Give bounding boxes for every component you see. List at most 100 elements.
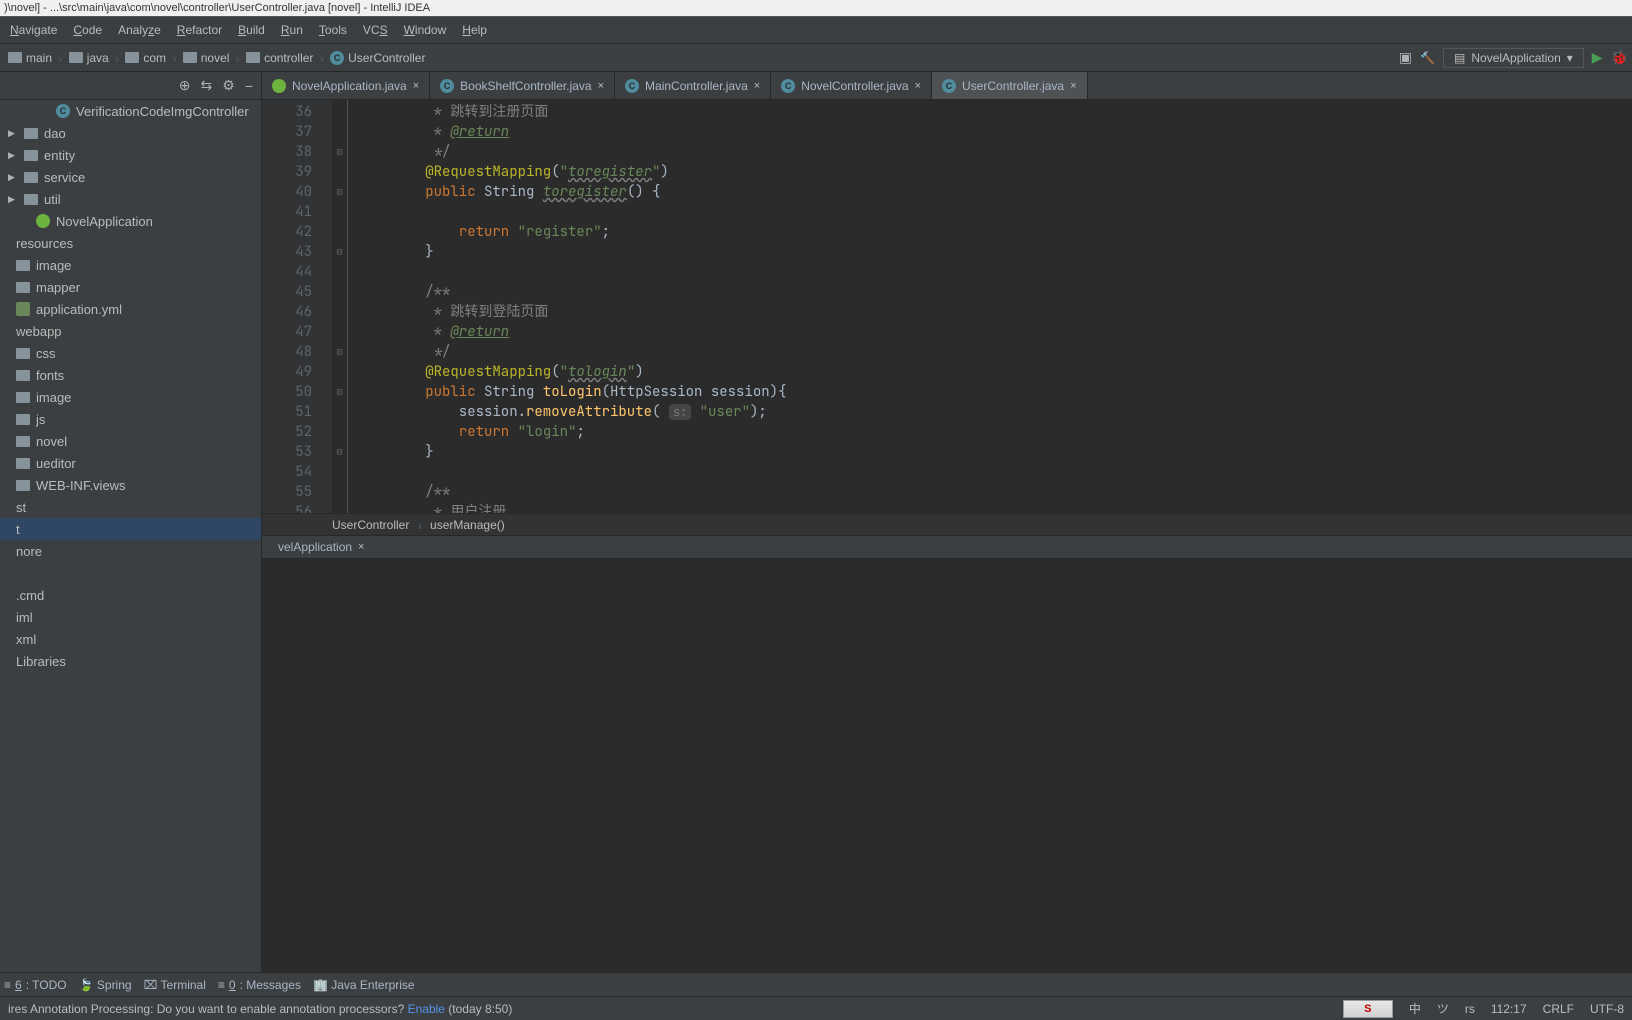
breadcrumb-item[interactable]: controller bbox=[242, 49, 317, 67]
menu-tools[interactable]: Tools bbox=[311, 19, 355, 41]
editor-tab[interactable]: NovelApplication.java× bbox=[262, 72, 430, 99]
tree-item[interactable]: WEB-INF.views bbox=[0, 474, 261, 496]
target-icon[interactable]: ⊕ bbox=[179, 77, 191, 94]
editor-breadcrumb[interactable]: UserController › userManage() bbox=[262, 513, 1632, 535]
menu-build[interactable]: Build bbox=[230, 19, 273, 41]
code-content[interactable]: * 跳转到注册页面 * @return */ @RequestMapping("… bbox=[348, 100, 1632, 513]
tree-item[interactable]: novel bbox=[0, 430, 261, 452]
status-right: S 中 ツ rs 112:17 CRLF UTF-8 bbox=[1343, 1000, 1624, 1018]
breadcrumb-item[interactable]: CUserController bbox=[326, 49, 429, 67]
close-icon[interactable]: × bbox=[358, 541, 364, 553]
breadcrumb: main›java›com›novel›controller›CUserCont… bbox=[4, 49, 429, 67]
tree-item[interactable]: iml bbox=[0, 606, 261, 628]
crumb-method[interactable]: userManage() bbox=[430, 518, 505, 532]
run-config-label: NovelApplication bbox=[1471, 51, 1560, 65]
ime-indicator[interactable]: S bbox=[1343, 1000, 1393, 1018]
close-icon[interactable]: × bbox=[915, 80, 921, 92]
code-editor[interactable]: 3637383940414243444546474849505152535455… bbox=[262, 100, 1632, 513]
nav-toolbar: ▣ 🔨 ▤ NovelApplication ▾ ▶ 🐞 bbox=[1399, 48, 1628, 68]
tree-item[interactable]: mapper bbox=[0, 276, 261, 298]
breadcrumb-item[interactable]: java bbox=[65, 49, 113, 67]
folder-icon bbox=[69, 52, 83, 63]
encoding[interactable]: UTF-8 bbox=[1590, 1002, 1624, 1016]
tree-item[interactable]: st bbox=[0, 496, 261, 518]
editor-tab[interactable]: CMainController.java× bbox=[615, 72, 771, 99]
tree-item[interactable]: NovelApplication bbox=[0, 210, 261, 232]
project-tree[interactable]: CVerificationCodeImgController▶dao▶entit… bbox=[0, 100, 261, 972]
tree-item[interactable]: ▶util bbox=[0, 188, 261, 210]
menu-run[interactable]: Run bbox=[273, 19, 311, 41]
close-icon[interactable]: × bbox=[1070, 80, 1076, 92]
tool-window-button[interactable]: 🏢 Java Enterprise bbox=[313, 978, 415, 992]
spring-icon bbox=[36, 214, 50, 228]
breadcrumb-item[interactable]: novel bbox=[179, 49, 234, 67]
close-icon[interactable]: × bbox=[413, 80, 419, 92]
run-config-selector[interactable]: ▤ NovelApplication ▾ bbox=[1443, 48, 1584, 68]
menu-refactor[interactable]: Refactor bbox=[169, 19, 230, 41]
tree-item[interactable]: ▶dao bbox=[0, 122, 261, 144]
run-output[interactable] bbox=[262, 559, 1632, 972]
editor-tab[interactable]: CBookShelfController.java× bbox=[430, 72, 615, 99]
run-tab-label: velApplication bbox=[278, 540, 352, 554]
tree-item[interactable]: js bbox=[0, 408, 261, 430]
tree-item[interactable]: css bbox=[0, 342, 261, 364]
menu-vcs[interactable]: VCS bbox=[355, 19, 396, 41]
tree-item[interactable]: fonts bbox=[0, 364, 261, 386]
chevron-right-icon: › bbox=[319, 50, 324, 66]
debug-icon[interactable]: 🐞 bbox=[1611, 49, 1628, 66]
tree-item[interactable] bbox=[0, 562, 261, 584]
enable-link[interactable]: Enable bbox=[408, 1002, 445, 1016]
tree-item[interactable]: image bbox=[0, 386, 261, 408]
folder-icon bbox=[24, 194, 38, 205]
menu-navigate[interactable]: Navigate bbox=[2, 19, 65, 41]
run-tab[interactable]: velApplication × bbox=[270, 536, 372, 558]
close-icon[interactable]: × bbox=[754, 80, 760, 92]
chevron-down-icon: ▾ bbox=[1567, 51, 1573, 65]
tree-item[interactable]: ▶service bbox=[0, 166, 261, 188]
tree-item[interactable]: xml bbox=[0, 628, 261, 650]
editor-tab[interactable]: CUserController.java× bbox=[932, 72, 1087, 99]
run-icon[interactable]: ▶ bbox=[1592, 49, 1603, 66]
folder-icon bbox=[24, 150, 38, 161]
menu-analyze[interactable]: Analyze bbox=[110, 19, 169, 41]
chevron-right-icon: › bbox=[235, 50, 240, 66]
tool-window-button[interactable]: ≡ 6: TODO bbox=[4, 978, 67, 992]
ime-lang[interactable]: 中 bbox=[1409, 1000, 1421, 1017]
tool-window-button[interactable]: ≡ 0: Messages bbox=[218, 978, 301, 992]
line-gutter[interactable]: 3637383940414243444546474849505152535455… bbox=[262, 100, 332, 513]
menu-help[interactable]: Help bbox=[454, 19, 495, 41]
tree-item[interactable]: CVerificationCodeImgController bbox=[0, 100, 261, 122]
tree-item[interactable]: .cmd bbox=[0, 584, 261, 606]
caret-position[interactable]: 112:17 bbox=[1491, 1002, 1527, 1016]
crumb-class[interactable]: UserController bbox=[332, 518, 409, 532]
editor-tab[interactable]: CNovelController.java× bbox=[771, 72, 932, 99]
hide-icon[interactable]: − bbox=[245, 78, 253, 94]
tree-item[interactable]: application.yml bbox=[0, 298, 261, 320]
class-icon: C bbox=[330, 51, 344, 65]
collapse-icon[interactable]: ⇆ bbox=[201, 77, 213, 94]
ime-mode[interactable]: ツ bbox=[1437, 1000, 1449, 1017]
status-message: ires Annotation Processing: Do you want … bbox=[8, 1002, 512, 1016]
fold-gutter[interactable]: ⊟⊟⊟⊟⊟⊟⊟⊟ bbox=[332, 100, 348, 513]
close-icon[interactable]: × bbox=[598, 80, 604, 92]
breadcrumb-item[interactable]: main bbox=[4, 49, 56, 67]
line-separator[interactable]: CRLF bbox=[1543, 1002, 1574, 1016]
build-icon[interactable]: 🔨 bbox=[1420, 51, 1435, 65]
menu-window[interactable]: Window bbox=[396, 19, 455, 41]
tool-window-bar: ≡ 6: TODO 🍃 Spring ⌧ Terminal ≡ 0: Messages… bbox=[0, 972, 1632, 996]
tree-item[interactable]: Libraries bbox=[0, 650, 261, 672]
tree-item[interactable]: image bbox=[0, 254, 261, 276]
tool-window-button[interactable]: ⌧ Terminal bbox=[144, 978, 206, 992]
tree-item[interactable]: ▶entity bbox=[0, 144, 261, 166]
tool-window-button[interactable]: 🍃 Spring bbox=[79, 978, 132, 992]
project-tool-window: ⊕ ⇆ ⚙ − CVerificationCodeImgController▶d… bbox=[0, 72, 262, 972]
tree-item[interactable]: nore bbox=[0, 540, 261, 562]
breadcrumb-item[interactable]: com bbox=[121, 49, 170, 67]
gear-icon[interactable]: ⚙ bbox=[222, 77, 235, 94]
tree-item[interactable]: resources bbox=[0, 232, 261, 254]
tree-item[interactable]: webapp bbox=[0, 320, 261, 342]
menu-code[interactable]: Code bbox=[65, 19, 110, 41]
tree-item[interactable]: t bbox=[0, 518, 261, 540]
layout-icon[interactable]: ▣ bbox=[1399, 49, 1412, 66]
tree-item[interactable]: ueditor bbox=[0, 452, 261, 474]
